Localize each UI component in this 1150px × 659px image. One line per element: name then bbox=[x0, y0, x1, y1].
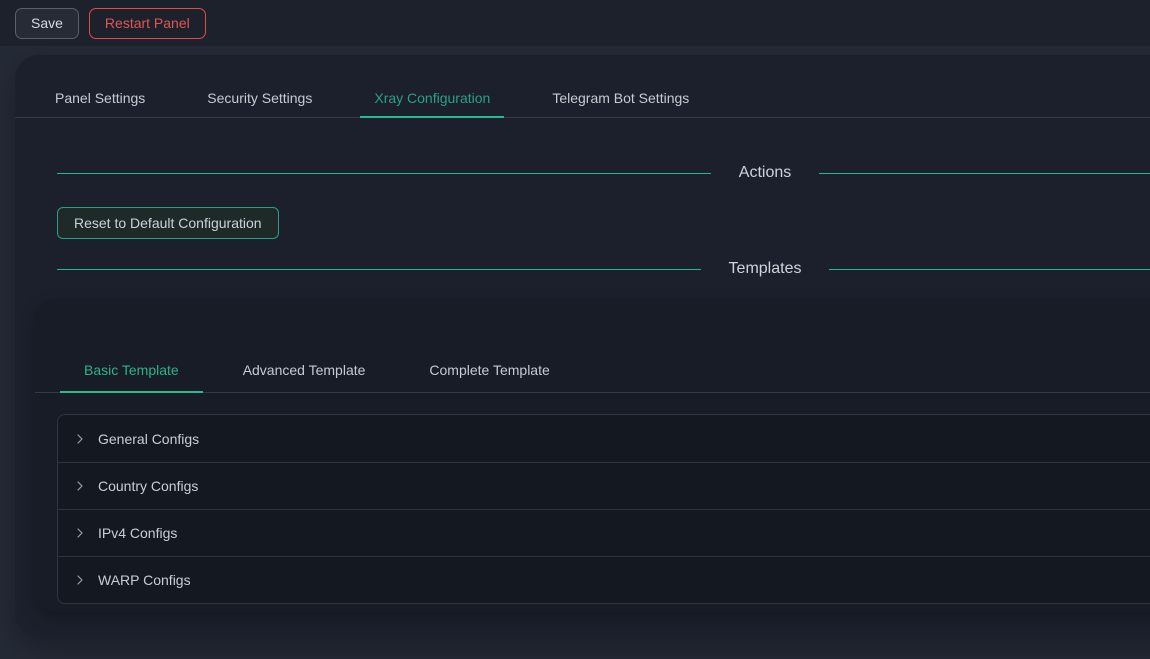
tab-basic-template[interactable]: Basic Template bbox=[60, 358, 203, 392]
panel-ipv4-configs[interactable]: IPv4 Configs bbox=[58, 509, 1150, 556]
topbar: Save Restart Panel bbox=[0, 0, 1150, 46]
settings-card: Panel Settings Security Settings Xray Co… bbox=[15, 55, 1150, 637]
panel-label: IPv4 Configs bbox=[98, 525, 177, 541]
config-collapse-list: General Configs Country Configs IPv4 Con… bbox=[57, 414, 1150, 604]
panel-label: General Configs bbox=[98, 431, 199, 447]
settings-tab-bar: Panel Settings Security Settings Xray Co… bbox=[15, 86, 1150, 118]
chevron-right-icon bbox=[74, 574, 86, 586]
tab-advanced-template[interactable]: Advanced Template bbox=[219, 358, 390, 392]
tab-security-settings[interactable]: Security Settings bbox=[193, 86, 326, 117]
panel-general-configs[interactable]: General Configs bbox=[58, 415, 1150, 462]
chevron-right-icon bbox=[74, 433, 86, 445]
actions-divider: Actions bbox=[57, 161, 1150, 185]
chevron-right-icon bbox=[74, 480, 86, 492]
actions-divider-title: Actions bbox=[739, 161, 791, 185]
panel-warp-configs[interactable]: WARP Configs bbox=[58, 556, 1150, 603]
tab-complete-template[interactable]: Complete Template bbox=[405, 358, 573, 392]
panel-country-configs[interactable]: Country Configs bbox=[58, 462, 1150, 509]
tab-panel-settings[interactable]: Panel Settings bbox=[41, 86, 159, 117]
divider-line bbox=[819, 173, 1150, 174]
restart-panel-button[interactable]: Restart Panel bbox=[89, 8, 206, 39]
reset-default-configuration-button[interactable]: Reset to Default Configuration bbox=[57, 207, 279, 239]
panel-label: Country Configs bbox=[98, 478, 198, 494]
divider-line bbox=[57, 173, 711, 174]
panel-label: WARP Configs bbox=[98, 572, 191, 588]
templates-card: Basic Template Advanced Template Complet… bbox=[35, 299, 1150, 612]
divider-line bbox=[57, 269, 701, 270]
templates-divider: Templates bbox=[57, 257, 1150, 281]
tab-telegram-bot-settings[interactable]: Telegram Bot Settings bbox=[538, 86, 703, 117]
tab-xray-configuration[interactable]: Xray Configuration bbox=[360, 86, 504, 117]
save-button[interactable]: Save bbox=[15, 8, 79, 39]
templates-divider-title: Templates bbox=[729, 257, 802, 281]
chevron-right-icon bbox=[74, 527, 86, 539]
divider-line bbox=[829, 269, 1150, 270]
template-tab-bar: Basic Template Advanced Template Complet… bbox=[35, 299, 1150, 393]
